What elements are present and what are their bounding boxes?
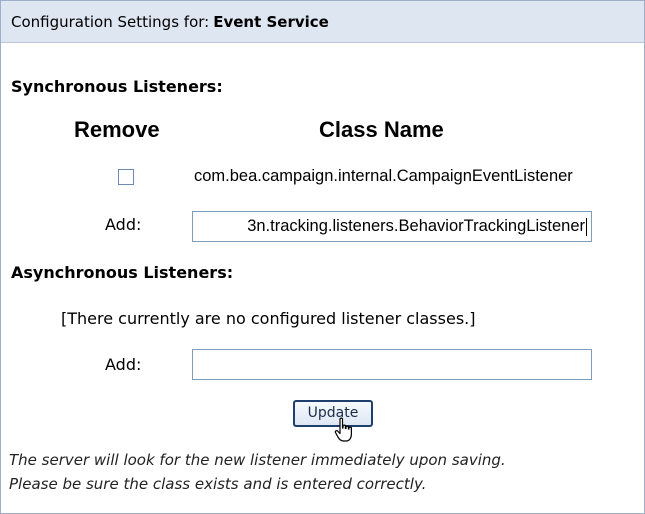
async-listeners-heading: Asynchronous Listeners: — [11, 263, 234, 282]
update-button[interactable]: Update — [293, 400, 373, 427]
help-note-line-1: The server will look for the new listene… — [9, 451, 506, 469]
hand-pointer-icon — [334, 417, 352, 442]
remove-column-header: Remove — [74, 117, 160, 142]
sync-add-input[interactable]: 3n.tracking.listeners.BehaviorTrackingLi… — [192, 211, 592, 242]
configuration-panel: Configuration Settings for: Event Service… — [0, 0, 645, 514]
sync-add-input-value: 3n.tracking.listeners.BehaviorTrackingLi… — [247, 217, 585, 235]
async-add-input[interactable] — [192, 349, 592, 380]
text-caret — [586, 217, 587, 236]
header-prefix: Configuration Settings for: — [11, 13, 210, 31]
no-listeners-message: [There currently are no configured liste… — [61, 309, 476, 328]
remove-listener-checkbox[interactable] — [118, 169, 134, 185]
async-add-label: Add: — [105, 355, 142, 374]
sync-listeners-heading: Synchronous Listeners: — [11, 77, 223, 96]
panel-header: Configuration Settings for: Event Service — [1, 1, 644, 43]
sync-add-label: Add: — [105, 215, 142, 234]
listener-class-name: com.bea.campaign.internal.CampaignEventL… — [194, 167, 573, 185]
service-name: Event Service — [213, 13, 329, 31]
help-note-line-2: Please be sure the class exists and is e… — [9, 475, 427, 493]
help-note: The server will look for the new listene… — [9, 448, 639, 496]
class-name-column-header: Class Name — [319, 117, 444, 142]
